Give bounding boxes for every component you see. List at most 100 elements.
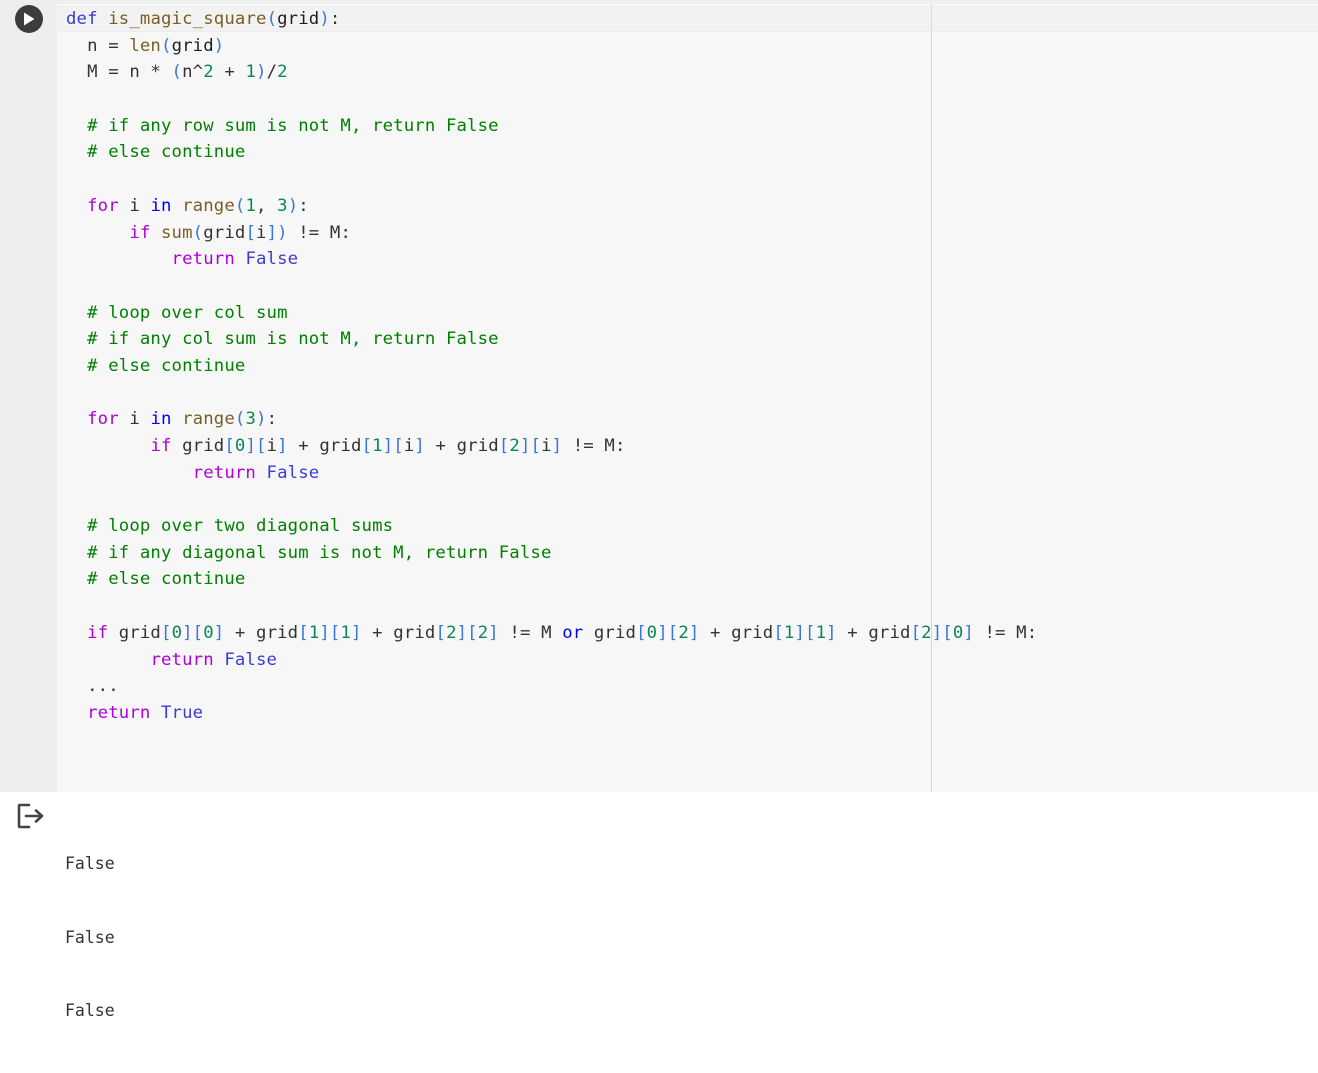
code-token: ] — [826, 622, 837, 643]
code-token: M = n * — [66, 62, 172, 83]
code-token: [ — [245, 222, 257, 243]
output-line: False — [65, 1001, 115, 1020]
notebook-code-cell: def is_magic_square(grid): n = len(grid)… — [0, 0, 1318, 1020]
code-token: return — [150, 649, 214, 670]
code-token: + grid — [424, 436, 499, 456]
code-token: i — [403, 436, 415, 456]
code-token: grid — [203, 222, 246, 243]
code-line: # loop over two diagonal sums — [66, 513, 1037, 540]
code-token: ][ — [182, 622, 204, 643]
code-token: ( — [161, 35, 172, 56]
code-token: 1 — [340, 622, 352, 643]
code-token: # else continue — [66, 142, 246, 163]
code-token: ]) — [266, 222, 288, 243]
cell-output: False False False — [0, 792, 1318, 1020]
code-token: ] — [277, 436, 288, 456]
code-line: if grid[0][0] + grid[1][1] + grid[2][2] … — [66, 620, 1037, 647]
output-text: False False False — [65, 803, 125, 1073]
code-token: : — [266, 409, 278, 430]
code-line: for i in range(1, 3): — [66, 193, 1037, 220]
code-line: # if any col sum is not M, return False — [66, 326, 1037, 353]
code-token: [ — [773, 622, 784, 643]
cell-gutter — [0, 0, 57, 792]
code-token: ] — [688, 622, 700, 643]
code-token: + grid — [699, 622, 774, 643]
code-token: ][ — [657, 622, 679, 643]
code-token: ... — [66, 676, 119, 697]
code-token: ) — [213, 35, 225, 56]
code-line: def is_magic_square(grid): — [66, 6, 1037, 33]
code-token: 2 — [477, 622, 489, 643]
code-line: # else continue — [66, 139, 1037, 166]
code-token: ) — [287, 195, 299, 216]
code-token: # if any diagonal sum is not M, return F… — [66, 542, 552, 563]
code-token: , — [256, 195, 278, 216]
code-token: [ — [161, 622, 172, 643]
play-icon — [24, 12, 35, 26]
output-line: False — [65, 854, 115, 873]
code-line: return False — [66, 246, 1037, 273]
code-token: return — [87, 702, 151, 723]
code-token: ][ — [519, 436, 542, 456]
code-token: ( — [192, 222, 204, 243]
code-token: ( — [234, 195, 246, 216]
code-line: # else continue — [66, 566, 1037, 593]
code-token: grid — [171, 436, 225, 456]
code-content[interactable]: def is_magic_square(grid): n = len(grid)… — [66, 6, 1037, 727]
code-token: ( — [171, 62, 183, 83]
code-line: # if any diagonal sum is not M, return F… — [66, 540, 1037, 567]
code-token: != M: — [287, 222, 352, 243]
code-token: i — [266, 436, 278, 456]
code-token: return — [192, 462, 256, 483]
output-line: False — [65, 927, 115, 947]
code-token: True — [161, 702, 204, 723]
code-token: ][ — [319, 622, 341, 643]
code-token: 1 — [308, 622, 320, 643]
code-line: # if any row sum is not M, return False — [66, 113, 1037, 140]
code-token: grid — [171, 35, 214, 56]
code-token: ] — [414, 436, 425, 456]
code-token: is_magic_square — [108, 9, 267, 29]
code-token: # loop over two diagonal sums — [66, 516, 394, 537]
code-token: + grid — [836, 622, 911, 643]
code-token: ) — [319, 9, 330, 29]
code-token: 0 — [203, 622, 214, 643]
code-token: 0 — [234, 436, 246, 456]
code-token: != M: — [973, 622, 1038, 643]
code-token: 3 — [277, 195, 288, 216]
code-token: ][ — [245, 436, 267, 456]
code-token: n^ — [182, 62, 204, 83]
code-editor[interactable]: def is_magic_square(grid): n = len(grid)… — [57, 0, 1318, 792]
code-line: # loop over col sum — [66, 300, 1037, 327]
code-line: if grid[0][i] + grid[1][i] + grid[2][i] … — [66, 433, 1037, 460]
code-token: + grid — [287, 436, 362, 456]
code-token: [ — [498, 436, 510, 456]
code-token: def — [66, 9, 98, 29]
run-cell-button[interactable] — [15, 5, 43, 33]
code-line: ... — [66, 673, 1037, 700]
code-token: False — [245, 249, 299, 270]
code-token: 2 — [203, 62, 214, 83]
code-token: for — [87, 409, 119, 430]
code-token: if — [129, 222, 151, 243]
code-token: + grid — [361, 622, 436, 643]
code-token: ] — [488, 622, 499, 643]
code-token: [ — [636, 622, 647, 643]
code-token: range — [182, 409, 235, 430]
code-token: : — [298, 195, 309, 216]
code-token: ] — [551, 436, 563, 456]
code-token: 0 — [646, 622, 658, 643]
code-token: [ — [435, 622, 447, 643]
code-token: 2 — [921, 622, 932, 643]
output-redirect-icon[interactable] — [16, 802, 46, 830]
